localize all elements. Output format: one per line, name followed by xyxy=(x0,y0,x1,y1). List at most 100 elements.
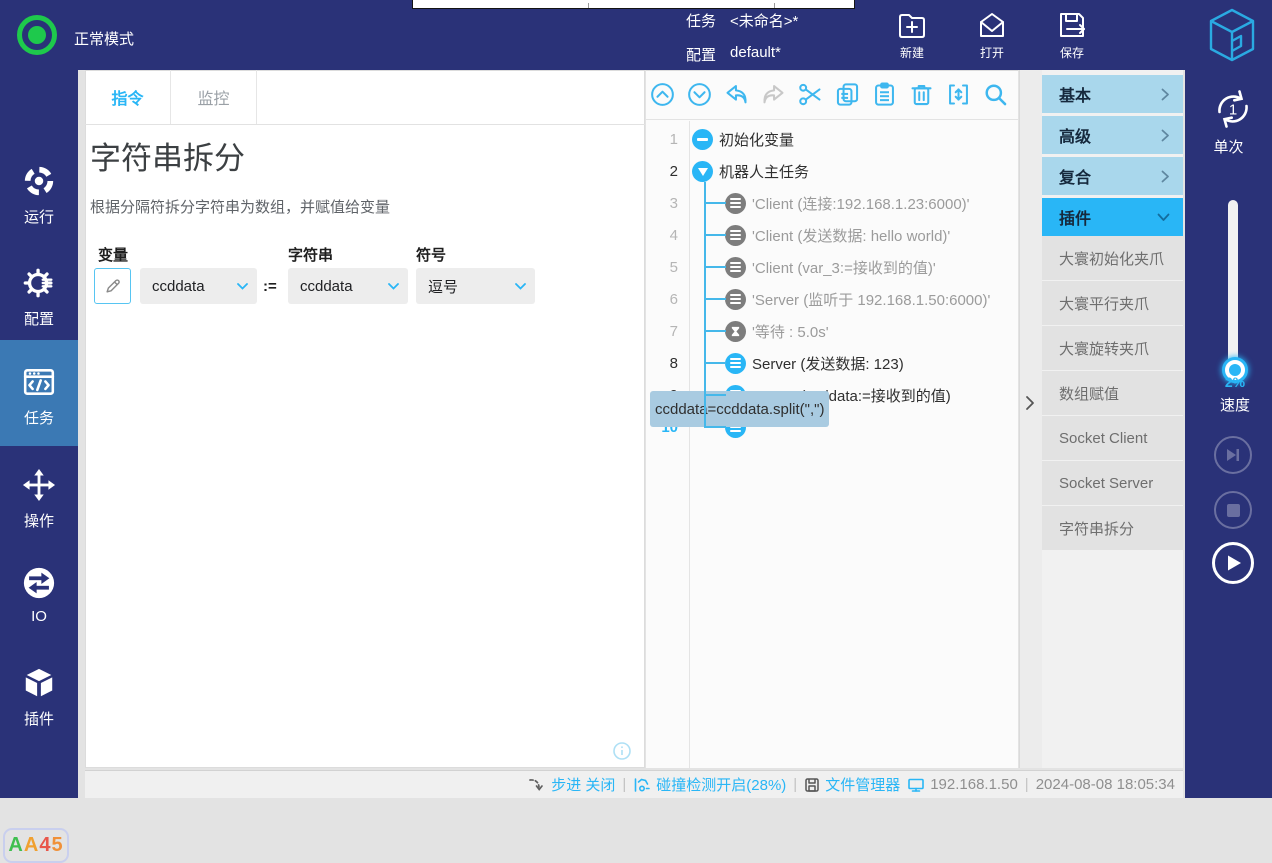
tree-row[interactable]: 1 初始化变量 xyxy=(646,123,1018,155)
single-run-button[interactable]: 1 xyxy=(1210,86,1256,132)
category-plugin[interactable]: 插件 xyxy=(1042,198,1183,236)
tree-row[interactable]: 6 'Server (监听于 192.168.1.50:6000)' xyxy=(646,283,1018,315)
sidebar-item-label: 配置 xyxy=(24,308,54,329)
string-select[interactable]: ccddata xyxy=(288,268,408,304)
file-manager-link[interactable]: 文件管理器 xyxy=(804,774,900,795)
library-item[interactable]: 大寰初始化夹爪 xyxy=(1042,236,1183,281)
tree-row[interactable]: 7 '等待 : 5.0s' xyxy=(646,315,1018,347)
symbol-field-label: 符号 xyxy=(416,244,446,265)
robot-status-light xyxy=(17,15,57,55)
library-item-label: 大寰旋转夹爪 xyxy=(1059,338,1149,359)
tree-row[interactable]: 5 'Client (var_3:=接收到的值)' xyxy=(646,251,1018,283)
play-button[interactable] xyxy=(1212,542,1254,584)
redo-button[interactable] xyxy=(760,81,787,108)
undo-button[interactable] xyxy=(723,81,750,108)
socket-instruction-icon xyxy=(725,289,746,310)
config-value: default* xyxy=(730,44,781,65)
sidebar-item-jog[interactable]: 操作 xyxy=(0,468,78,531)
move-up-button[interactable] xyxy=(649,81,676,108)
left-sidebar: 运行 配置 任务 操作 xyxy=(0,70,78,798)
speed-slider-track[interactable] xyxy=(1228,200,1238,372)
tree-row-selected[interactable]: 10 ccddata=ccddata.split(",") xyxy=(646,411,1018,443)
run-icon xyxy=(22,164,56,198)
library-item[interactable]: Socket Server xyxy=(1042,461,1183,506)
collision-status[interactable]: 碰撞检测开启(28%) xyxy=(633,774,786,795)
status-separator: | xyxy=(1025,776,1029,793)
copy-button[interactable] xyxy=(834,81,861,108)
variable-select[interactable]: ccddata xyxy=(140,268,257,304)
run-control-panel xyxy=(1185,70,1272,798)
search-button[interactable] xyxy=(982,81,1009,108)
line-number: 2 xyxy=(646,163,688,180)
config-name-row: 配置 default* xyxy=(686,44,781,65)
skip-icon xyxy=(1225,447,1241,463)
open-button[interactable]: 打开 xyxy=(964,10,1020,61)
info-icon[interactable] xyxy=(612,741,632,761)
sidebar-item-config[interactable]: 配置 xyxy=(0,266,78,329)
sidebar-item-plugin[interactable]: 插件 xyxy=(0,666,78,729)
edit-variable-button[interactable] xyxy=(94,268,131,304)
collision-icon xyxy=(633,777,651,793)
sidebar-item-run[interactable]: 运行 xyxy=(0,164,78,227)
step-mode-text: 步进 关闭 xyxy=(551,774,615,795)
stop-icon xyxy=(1227,504,1240,517)
expand-panel-button[interactable] xyxy=(1025,395,1035,411)
tree-connector-stub xyxy=(704,394,726,396)
tree-row[interactable]: 8 Server (发送数据: 123) xyxy=(646,347,1018,379)
line-number: 8 xyxy=(646,355,688,372)
step-mode-icon xyxy=(528,777,546,793)
category-composite[interactable]: 复合 xyxy=(1042,157,1183,195)
badge-char: 4 xyxy=(39,834,51,857)
line-number: 4 xyxy=(646,227,688,244)
tree-connector-stub xyxy=(704,202,726,204)
library-item[interactable]: 数组赋值 xyxy=(1042,371,1183,416)
library-item[interactable]: Socket Client xyxy=(1042,416,1183,461)
sidebar-item-io[interactable]: IO xyxy=(0,566,78,625)
step-forward-button[interactable] xyxy=(1214,436,1252,474)
tab-monitor[interactable]: 监控 xyxy=(171,70,257,124)
tree-connector-line xyxy=(704,182,706,427)
step-mode-status[interactable]: 步进 关闭 xyxy=(528,774,615,795)
variable-select-value: ccddata xyxy=(152,278,205,295)
library-item-label: 大寰初始化夹爪 xyxy=(1059,248,1164,269)
string-select-value: ccddata xyxy=(300,278,353,295)
move-arrows-icon xyxy=(22,468,56,502)
library-item-label: Socket Server xyxy=(1059,475,1153,492)
line-number: 7 xyxy=(646,323,688,340)
chevron-down-icon xyxy=(1157,213,1170,222)
stop-button[interactable] xyxy=(1214,491,1252,529)
instruction-tab-bar: 指令 监控 xyxy=(85,70,645,125)
robot-id-badge[interactable]: A A 4 5 xyxy=(3,828,69,863)
symbol-select[interactable]: 逗号 xyxy=(416,268,535,304)
speed-label: 速度 xyxy=(1200,394,1270,415)
library-item[interactable]: 大寰平行夹爪 xyxy=(1042,281,1183,326)
category-advanced[interactable]: 高级 xyxy=(1042,116,1183,154)
sidebar-item-task[interactable]: 任务 xyxy=(0,340,78,446)
tree-row[interactable]: 4 'Client (发送数据: hello world)' xyxy=(646,219,1018,251)
category-label: 高级 xyxy=(1059,123,1091,147)
gear-icon xyxy=(22,266,56,300)
tree-row[interactable]: 3 'Client (连接:192.168.1.23:6000)' xyxy=(646,187,1018,219)
cut-button[interactable] xyxy=(797,81,824,108)
file-manager-icon xyxy=(804,777,820,793)
library-item-label: 数组赋值 xyxy=(1059,383,1119,404)
tab-instruction[interactable]: 指令 xyxy=(85,70,171,124)
tree-connector-stub xyxy=(704,362,726,364)
delete-button[interactable] xyxy=(908,81,935,108)
tree-row-text: ccddata=ccddata.split(",") xyxy=(650,391,829,427)
top-overlay-strip xyxy=(412,0,855,9)
library-item[interactable]: 字符串拆分 xyxy=(1042,506,1183,551)
tree-row-text: 初始化变量 xyxy=(719,129,794,150)
tree-row-text: '等待 : 5.0s' xyxy=(752,321,829,342)
tree-row[interactable]: 2 机器人主任务 xyxy=(646,155,1018,187)
category-basic[interactable]: 基本 xyxy=(1042,75,1183,113)
save-button[interactable]: 保存 xyxy=(1044,10,1100,61)
chevron-down-icon xyxy=(237,283,248,290)
new-button[interactable]: 新建 xyxy=(884,10,940,61)
library-item[interactable]: 大寰旋转夹爪 xyxy=(1042,326,1183,371)
expand-node-icon[interactable] xyxy=(692,161,713,182)
collapse-button[interactable] xyxy=(945,81,972,108)
move-down-button[interactable] xyxy=(686,81,713,108)
paste-button[interactable] xyxy=(871,81,898,108)
tree-row-text: 'Client (var_3:=接收到的值)' xyxy=(752,257,936,278)
